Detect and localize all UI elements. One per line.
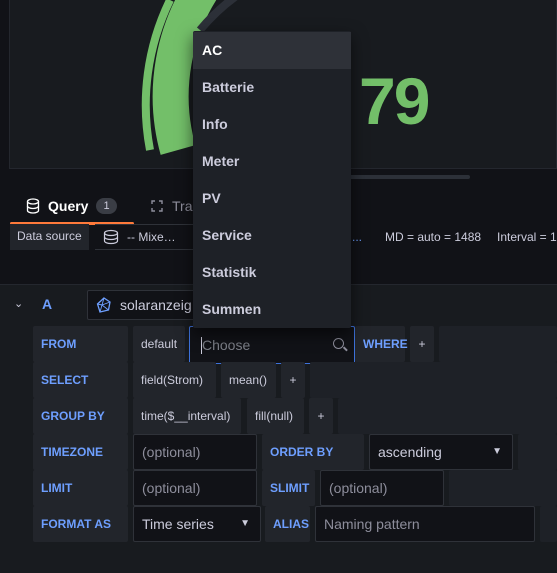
limit-input[interactable]: (optional)	[133, 470, 257, 506]
chevron-down-icon: ▼	[492, 446, 502, 457]
alias-input[interactable]: Naming pattern	[315, 506, 535, 542]
datasource-label: Data source	[10, 224, 89, 250]
limit-keyword: LIMIT	[33, 470, 128, 506]
where-keyword: WHERE	[355, 326, 408, 362]
datasource-value: -- Mixe…	[127, 230, 176, 244]
stat-sparkline	[340, 175, 470, 179]
retention-policy-selector[interactable]: default	[133, 326, 185, 362]
query-datasource-name: solaranzeig	[120, 297, 192, 313]
timezone-keyword: TIMEZONE	[33, 434, 128, 470]
collapse-chevron-icon[interactable]: ⌄	[14, 297, 23, 310]
add-groupby-button[interactable]: +	[309, 398, 333, 434]
tab-transform[interactable]: Tra	[150, 198, 192, 214]
tab-query[interactable]: Query 1	[26, 198, 117, 214]
text-cursor	[201, 337, 202, 354]
alias-keyword: ALIAS	[265, 506, 310, 542]
dropdown-option[interactable]: Service	[193, 217, 351, 254]
interval-info: Interval = 1	[497, 230, 557, 244]
groupby-keyword: GROUP BY	[33, 398, 128, 434]
stat-value: 79	[359, 64, 430, 138]
groupby-filler	[338, 398, 557, 434]
orderby-select[interactable]: ascending ▼	[369, 434, 513, 470]
dropdown-option[interactable]: AC	[193, 32, 351, 69]
format-value: Time series	[142, 516, 214, 532]
dropdown-option[interactable]: PV	[193, 180, 351, 217]
select-field[interactable]: field(Strom)	[133, 362, 216, 398]
orderby-keyword: ORDER BY TIME	[262, 434, 364, 495]
dropdown-option[interactable]: Batterie	[193, 69, 351, 106]
dropdown-option[interactable]: Meter	[193, 143, 351, 180]
tab-query-label: Query	[48, 198, 89, 214]
format-select[interactable]: Time series ▼	[133, 506, 261, 542]
select-aggregation[interactable]: mean()	[221, 362, 276, 398]
influxdb-icon	[96, 297, 111, 313]
query-count-badge: 1	[96, 198, 117, 214]
chevron-down-icon: ▼	[240, 518, 250, 529]
orderby-filler	[518, 434, 557, 470]
orderby-value: ascending	[378, 444, 442, 460]
slimit-keyword: SLIMIT	[262, 470, 315, 506]
datasource-picker[interactable]: -- Mixe…	[95, 224, 195, 250]
timezone-input[interactable]: (optional)	[133, 434, 257, 470]
query-options-dots[interactable]: ...	[352, 230, 362, 244]
max-datapoints-info: MD = auto = 1488	[385, 230, 482, 244]
search-icon	[333, 338, 344, 349]
dropdown-option[interactable]: Info	[193, 106, 351, 143]
format-keyword: FORMAT AS	[33, 506, 128, 542]
slimit-input[interactable]: (optional)	[320, 470, 444, 506]
measurement-placeholder: Choose	[202, 337, 251, 353]
measurement-dropdown: AC Batterie Info Meter PV Service Statistik Sum…	[193, 31, 351, 328]
dropdown-option[interactable]: Statistik	[193, 254, 351, 291]
influx-query-editor: FROM default Choose WHERE + SELECT field…	[0, 324, 557, 573]
database-icon	[103, 229, 119, 245]
select-filler	[310, 362, 557, 398]
query-letter[interactable]: A	[42, 296, 52, 312]
from-keyword: FROM	[33, 326, 128, 362]
add-where-button[interactable]: +	[410, 326, 434, 362]
tab-transform-label: Tra	[172, 198, 193, 214]
database-icon	[26, 198, 40, 214]
add-select-button[interactable]: +	[281, 362, 305, 398]
measurement-input[interactable]: Choose	[189, 326, 355, 364]
where-filler	[439, 326, 557, 362]
groupby-time[interactable]: time($__interval)	[133, 398, 241, 434]
transform-icon	[151, 200, 163, 212]
slimit-filler	[449, 470, 557, 506]
alias-filler	[540, 506, 557, 542]
groupby-fill[interactable]: fill(null)	[247, 398, 304, 434]
dropdown-option[interactable]: Summen	[193, 291, 351, 328]
select-keyword: SELECT	[33, 362, 128, 398]
